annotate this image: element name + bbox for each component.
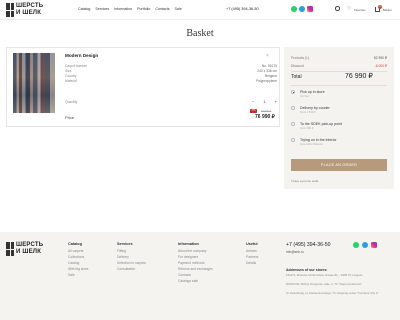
product-specs: Carpet number No. 05175 Size 240 x 336 cm …	[65, 64, 277, 84]
decrease-quantity-button[interactable]: −	[252, 99, 254, 104]
store-address: St. Petersburg, st. Kantemirovskaya, TC …	[286, 291, 379, 295]
site-header: ШЕРСТЬ И ШЕЛК Catalog Services Informati…	[0, 0, 400, 20]
logo-text: ШЕРСТЬ И ШЕЛК	[16, 242, 44, 255]
total-value: 76 990 ₽	[345, 73, 373, 80]
footer-phone[interactable]: +7 (495) 394-36-50	[286, 242, 331, 248]
header-phone[interactable]: +7 (495) 394-36-50	[226, 7, 259, 11]
promo-code-link[interactable]: I have a promo code	[291, 179, 318, 183]
product-image[interactable]	[13, 53, 55, 113]
instagram-icon[interactable]	[307, 6, 313, 12]
increase-quantity-button[interactable]: +	[275, 99, 277, 104]
whatsapp-icon[interactable]	[353, 242, 359, 248]
remove-item-icon[interactable]: ×	[266, 53, 269, 59]
whatsapp-icon[interactable]	[291, 6, 297, 12]
addresses-heading: Addresses of our stores:	[286, 268, 328, 272]
favorites-label[interactable]: Favorites	[354, 8, 366, 12]
footer-link[interactable]: Catalogs sale	[178, 279, 213, 285]
divider	[291, 85, 387, 86]
nav-item-portfolio[interactable]: Portfolio	[137, 7, 150, 11]
spec-row: Material Polypropylene	[65, 79, 277, 83]
discount-badge: -7%	[250, 109, 257, 113]
total-label: Total	[291, 74, 302, 80]
quantity-stepper[interactable]: − 1 +	[252, 98, 277, 105]
footer-column-useful: Useful Articles Partners Details	[246, 242, 259, 267]
telegram-icon[interactable]	[362, 242, 368, 248]
footer-link[interactable]: Details	[246, 261, 258, 267]
price-label: Price	[65, 115, 75, 120]
footer-column-services: Services Fitting Delivery Selection in c…	[117, 242, 146, 273]
radio-button[interactable]	[291, 106, 295, 110]
nav-item-contacts[interactable]: Contacts	[155, 7, 169, 11]
main-nav: Catalog Services Information Portfolio C…	[78, 7, 182, 11]
store-address: MOSCOW, Nizhny Novgorod, Lake, 1, TC "Op…	[286, 282, 362, 286]
basket-label[interactable]: Basket	[383, 8, 392, 12]
footer-column-catalog: Catalog All carpets Collections Catalog …	[68, 242, 89, 279]
footer-link[interactable]: Sale	[68, 273, 88, 279]
footer-logo[interactable]: ШЕРСТЬ И ШЕЛК	[6, 242, 46, 256]
radio-button[interactable]	[291, 138, 295, 142]
instagram-icon[interactable]	[371, 242, 377, 248]
old-price: 82 990 ₽	[261, 109, 272, 113]
order-summary: Products (1) 82 990 ₽ Discount -6 000 ₽ To…	[284, 47, 394, 189]
logo-mark-icon	[6, 242, 14, 256]
nav-item-catalog[interactable]: Catalog	[78, 7, 90, 11]
products-row: Products (1) 82 990 ₽	[291, 56, 387, 60]
nav-item-information[interactable]: Information	[114, 7, 132, 11]
logo-text: ШЕРСТЬ И ШЕЛК	[16, 3, 44, 16]
quantity-value: 1	[263, 99, 266, 104]
heart-icon[interactable]: ♡	[347, 6, 353, 12]
basket-item-card: Modern Design × Carpet number No. 05175 S…	[6, 47, 280, 127]
site-logo[interactable]: ШЕРСТЬ И ШЕЛК	[6, 3, 46, 17]
radio-button[interactable]	[291, 122, 295, 126]
nav-item-services[interactable]: Services	[95, 7, 109, 11]
nav-item-sale[interactable]: Sale	[175, 7, 182, 11]
search-icon[interactable]	[335, 6, 340, 11]
footer-column-information: Information About the company For design…	[178, 242, 213, 285]
product-name[interactable]: Modern Design	[65, 53, 98, 58]
store-address: 121471, Moscow, Dmitrovskoe shosse 81, -…	[286, 273, 363, 277]
site-footer: ШЕРСТЬ И ШЕЛК Catalog All carpets Collec…	[0, 232, 400, 320]
radio-button[interactable]	[291, 90, 295, 94]
quantity-label: Quantity	[65, 100, 78, 104]
discount-row: Discount -6 000 ₽	[291, 64, 387, 68]
basket-count-badge: 1	[378, 5, 382, 9]
logo-mark-icon	[6, 3, 14, 17]
footer-link[interactable]: Consultation	[117, 267, 146, 273]
telegram-icon[interactable]	[299, 6, 305, 12]
product-price: 76 990 ₽	[255, 114, 275, 120]
place-order-button[interactable]: PLACE AN ORDER	[291, 159, 387, 171]
footer-email[interactable]: info@sek.ru	[286, 250, 304, 254]
page-title: Basket	[186, 28, 214, 39]
